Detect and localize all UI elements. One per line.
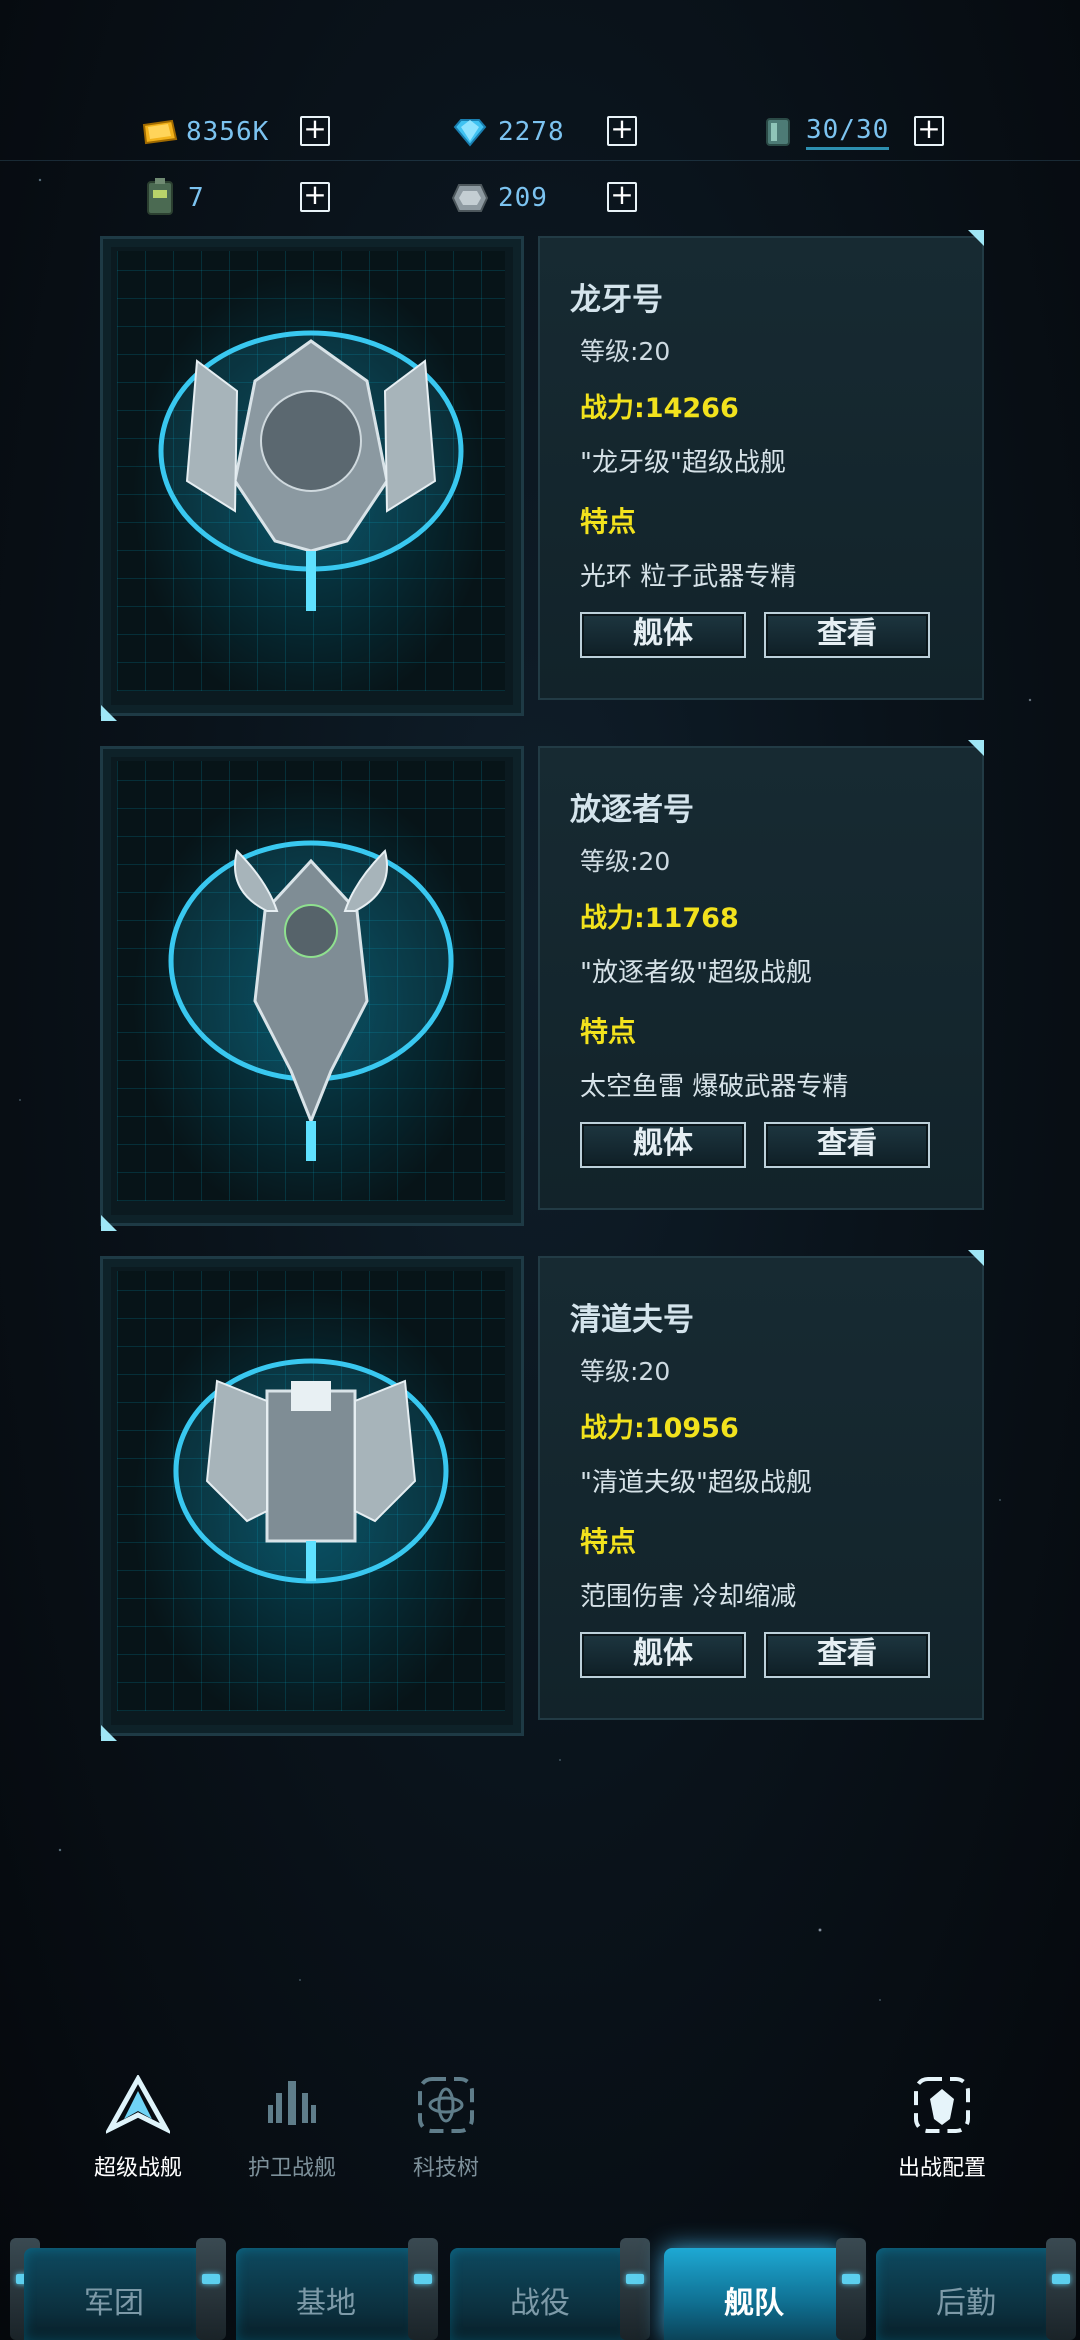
add-alloy-button[interactable]: + [607, 181, 637, 212]
tab-label: 出战配置 [897, 2156, 986, 2181]
corner-marker [101, 705, 117, 721]
tab-escort-warship[interactable]: 护卫战舰 [222, 2070, 362, 2182]
ship-features: 太空鱼雷 爆破武器专精 [580, 1072, 849, 1102]
tab-label: 护卫战舰 [247, 2156, 336, 2181]
corner-marker [101, 1725, 117, 1741]
ship-class: "清道夫级"超级战舰 [580, 1468, 812, 1498]
ship-level: 等级:20 [580, 337, 671, 366]
ship-name: 放逐者号 [570, 792, 694, 828]
resource-bar-top: 8356K + 2278 + 30/30 + [0, 104, 1080, 161]
gold-value: 8356K [186, 117, 270, 147]
nav-campaign[interactable]: 战役 [450, 2248, 630, 2340]
view-button[interactable]: 查看 [764, 1122, 930, 1168]
ship-info-panel: 放逐者号 等级:20 战力:11768 "放逐者级"超级战舰 特点 太空鱼雷 爆… [538, 740, 984, 1210]
battle-config-icon [907, 2070, 977, 2140]
nav-legion[interactable]: 军团 [24, 2248, 204, 2340]
add-battery-button[interactable]: + [300, 181, 330, 212]
ship-image-panel[interactable] [100, 1256, 524, 1741]
nav-label: 舰队 [724, 2286, 784, 2321]
hull-button[interactable]: 舰体 [580, 1632, 746, 1678]
nav-base[interactable]: 基地 [236, 2248, 416, 2340]
gold-bar-icon [138, 115, 178, 149]
ship-name: 龙牙号 [570, 282, 663, 318]
diamond-value: 2278 [498, 117, 565, 147]
nav-divider [196, 2238, 226, 2340]
ship-image [117, 761, 505, 1201]
super-warship-icon [103, 2070, 173, 2140]
ship-info-panel: 龙牙号 等级:20 战力:14266 "龙牙级"超级战舰 特点 光环 粒子武器专… [538, 230, 984, 700]
tech-tree-icon [411, 2070, 481, 2140]
ship-power: 战力:11768 [580, 903, 739, 934]
tab-battle-config[interactable]: 出战配置 [872, 2070, 1012, 2182]
ship-power: 战力:14266 [580, 393, 739, 424]
add-fuel-button[interactable]: + [914, 115, 944, 146]
nav-divider [620, 2238, 650, 2340]
fuel-value: 30/30 [806, 115, 890, 150]
hull-button[interactable]: 舰体 [580, 1122, 746, 1168]
resource-bar-bottom: 7 + 209 + [0, 170, 1080, 226]
bottom-navigation: 军团 基地 战役 舰队 后勤 [0, 2238, 1080, 2340]
ship-power: 战力:10956 [580, 1413, 739, 1444]
ship-features: 光环 粒子武器专精 [580, 562, 797, 592]
ship-image [117, 251, 505, 691]
ship-level: 等级:20 [580, 847, 671, 876]
add-diamond-button[interactable]: + [607, 115, 637, 146]
nav-divider [836, 2238, 866, 2340]
corner-marker [101, 1215, 117, 1231]
battery-icon [140, 178, 180, 215]
feature-heading: 特点 [580, 1525, 637, 1558]
alloy-resource: 209 [450, 178, 548, 218]
view-button[interactable]: 查看 [764, 1632, 930, 1678]
corner-marker [968, 230, 984, 246]
fuel-barrel-icon [758, 115, 798, 149]
ship-features: 范围伤害 冷却缩减 [580, 1582, 797, 1612]
nav-fleet[interactable]: 舰队 [664, 2248, 844, 2340]
ship-info-panel: 清道夫号 等级:20 战力:10956 "清道夫级"超级战舰 特点 范围伤害 冷… [538, 1250, 984, 1720]
ship-level: 等级:20 [580, 1357, 671, 1386]
ship-card: 放逐者号 等级:20 战力:11768 "放逐者级"超级战舰 特点 太空鱼雷 爆… [100, 740, 984, 1231]
alloy-plate-icon [450, 181, 490, 215]
add-gold-button[interactable]: + [300, 115, 330, 146]
diamond-resource: 2278 [450, 112, 565, 152]
nav-label: 基地 [296, 2286, 356, 2321]
corner-marker [968, 740, 984, 756]
nav-divider [408, 2238, 438, 2340]
nav-label: 战役 [510, 2286, 570, 2321]
alloy-value: 209 [498, 183, 548, 213]
nav-divider [1046, 2238, 1076, 2340]
ship-image-panel[interactable] [100, 746, 524, 1231]
ship-card: 龙牙号 等级:20 战力:14266 "龙牙级"超级战舰 特点 光环 粒子武器专… [100, 230, 984, 721]
gold-resource: 8356K [138, 112, 269, 152]
ship-image [117, 1271, 505, 1711]
ship-class: "放逐者级"超级战舰 [580, 958, 812, 988]
tab-label: 超级战舰 [93, 2156, 182, 2181]
feature-heading: 特点 [580, 505, 637, 538]
battery-value: 7 [188, 183, 205, 213]
feature-heading: 特点 [580, 1015, 637, 1048]
nav-logistics[interactable]: 后勤 [876, 2248, 1056, 2340]
escort-warship-icon [257, 2070, 327, 2140]
fuel-resource: 30/30 [758, 112, 890, 152]
tab-super-warship[interactable]: 超级战舰 [68, 2070, 208, 2182]
view-button[interactable]: 查看 [764, 612, 930, 658]
ship-class: "龙牙级"超级战舰 [580, 448, 786, 478]
tab-tech-tree[interactable]: 科技树 [376, 2070, 516, 2182]
ship-name: 清道夫号 [570, 1302, 694, 1338]
ship-image-panel[interactable] [100, 236, 524, 721]
corner-marker [968, 1250, 984, 1266]
nav-label: 军团 [84, 2286, 144, 2321]
diamond-icon [450, 115, 490, 149]
ship-card: 清道夫号 等级:20 战力:10956 "清道夫级"超级战舰 特点 范围伤害 冷… [100, 1250, 984, 1741]
nav-label: 后勤 [936, 2286, 996, 2321]
tab-label: 科技树 [412, 2156, 479, 2181]
hull-button[interactable]: 舰体 [580, 612, 746, 658]
battery-resource: 7 [140, 178, 205, 218]
